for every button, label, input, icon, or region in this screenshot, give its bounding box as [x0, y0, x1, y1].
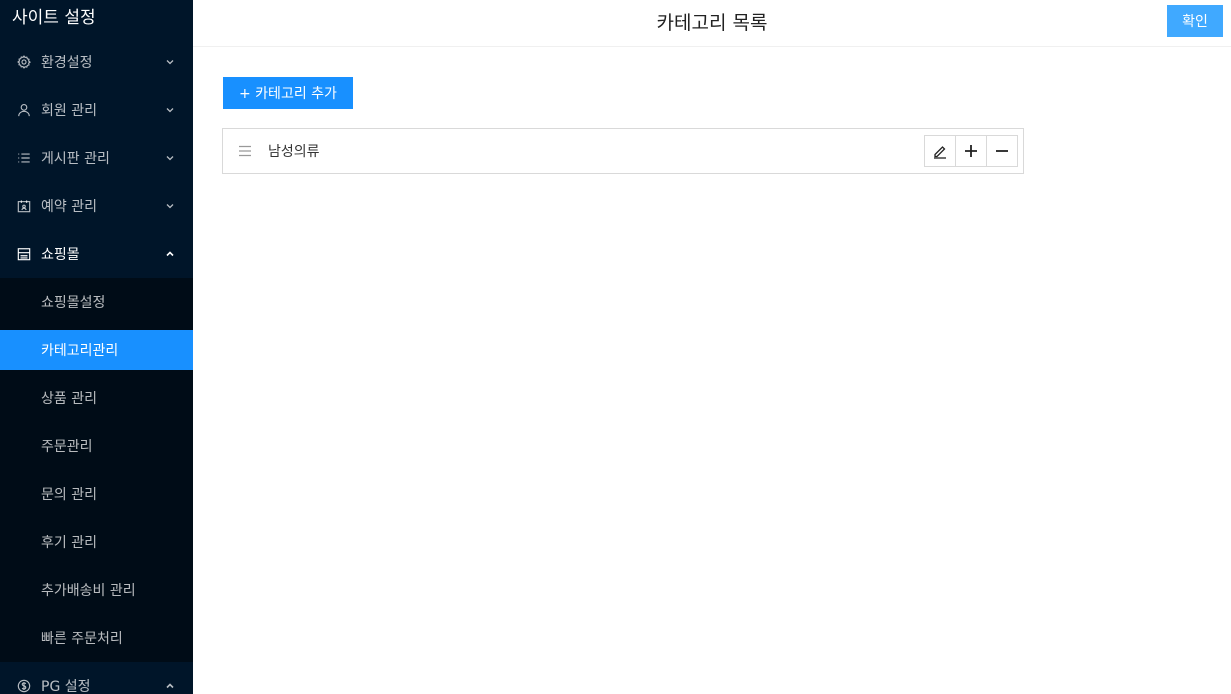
sidebar-item-label: 환경설정	[41, 55, 93, 71]
chevron-down-icon	[165, 57, 175, 67]
sidebar-item-label: PG 설정	[41, 679, 91, 694]
page-title: 카테고리 목록	[656, 12, 768, 34]
list-icon	[17, 151, 31, 165]
category-name: 남성의류	[268, 144, 320, 160]
page-header: 카테고리 목록 확인	[193, 0, 1231, 47]
delete-category-button[interactable]	[986, 135, 1018, 167]
sidebar-item-label: 쇼핑몰	[41, 247, 80, 263]
sidebar-item-order-management[interactable]: 주문관리	[0, 422, 193, 470]
sidebar-item-label: 예약 관리	[41, 199, 97, 215]
chevron-up-icon	[165, 249, 175, 259]
chevron-down-icon	[165, 105, 175, 115]
sidebar-item-product-management[interactable]: 상품 관리	[0, 374, 193, 422]
sidebar-title: 사이트 설정	[12, 8, 96, 28]
sidebar-item-inquiry-management[interactable]: 문의 관리	[0, 470, 193, 518]
category-list: 남성의류	[222, 128, 1024, 174]
sidebar-item-shop-settings[interactable]: 쇼핑몰설정	[0, 278, 193, 326]
sidebar-item-extra-shipping[interactable]: 추가배송비 관리	[0, 566, 193, 614]
chevron-down-icon	[165, 201, 175, 211]
add-subcategory-button[interactable]	[955, 135, 987, 167]
sidebar: 사이트 설정 환경설정 회원 관리 게시판 관리 예약 관리 쇼핑몰 쇼핑몰설정…	[0, 0, 193, 694]
edit-category-button[interactable]	[924, 135, 956, 167]
sidebar-item-review-management[interactable]: 후기 관리	[0, 518, 193, 566]
calendar-icon	[17, 199, 31, 213]
sidebar-item-pg[interactable]: PG 설정	[0, 662, 193, 694]
sidebar-item-label: 게시판 관리	[41, 151, 110, 167]
app-root: 사이트 설정 환경설정 회원 관리 게시판 관리 예약 관리 쇼핑몰 쇼핑몰설정…	[0, 0, 1231, 694]
gear-icon	[17, 55, 31, 69]
pencil-icon	[934, 146, 946, 159]
sidebar-item-reservations[interactable]: 예약 관리	[0, 182, 193, 230]
chevron-up-icon	[165, 681, 175, 691]
chevron-down-icon	[165, 153, 175, 163]
sidebar-item-shop[interactable]: 쇼핑몰	[0, 230, 193, 278]
user-icon	[17, 103, 31, 117]
sidebar-item-members[interactable]: 회원 관리	[0, 86, 193, 134]
main-content: + 카테고리 추가 남성의류	[193, 48, 1231, 694]
category-actions	[924, 135, 1018, 167]
sidebar-item-quick-order[interactable]: 빠른 주문처리	[0, 614, 193, 662]
sidebar-item-settings[interactable]: 환경설정	[0, 38, 193, 86]
shop-submenu: 쇼핑몰설정 카테고리관리 상품 관리 주문관리 문의 관리 후기 관리 추가배송…	[0, 278, 193, 662]
add-category-button[interactable]: + 카테고리 추가	[223, 77, 353, 109]
minus-icon	[996, 150, 1008, 152]
dollar-icon	[17, 679, 31, 693]
sidebar-item-boards[interactable]: 게시판 관리	[0, 134, 193, 182]
plus-icon	[965, 145, 977, 157]
sidebar-item-category-management[interactable]: 카테고리관리	[0, 330, 193, 370]
drag-handle-icon[interactable]	[238, 145, 252, 157]
sidebar-item-label: 회원 관리	[41, 103, 97, 119]
confirm-button[interactable]: 확인	[1167, 5, 1223, 37]
shop-icon	[17, 247, 31, 261]
